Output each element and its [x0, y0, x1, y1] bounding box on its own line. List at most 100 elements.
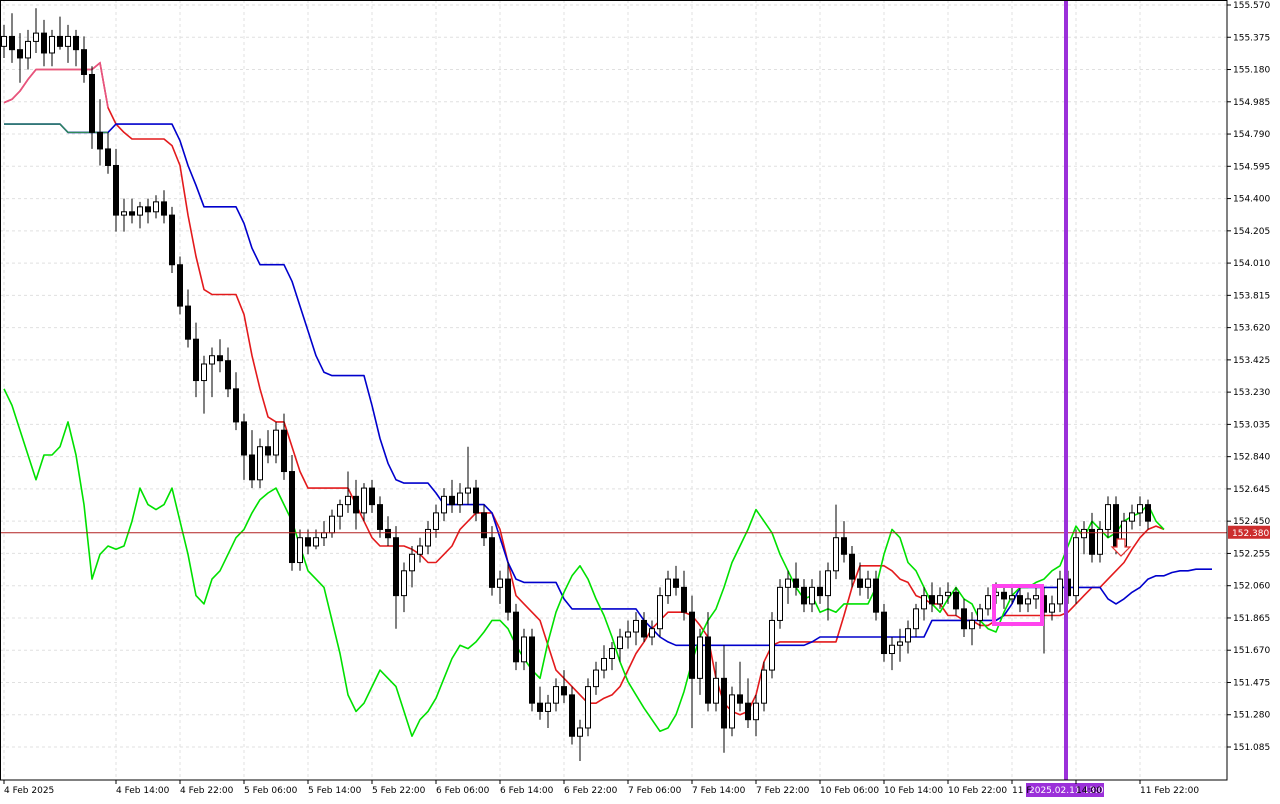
- candle-body: [665, 578, 671, 597]
- current-price-label: 152.380: [1232, 529, 1269, 539]
- candle-body: [689, 611, 695, 679]
- candle-body: [417, 545, 423, 555]
- candle-body: [377, 504, 383, 530]
- candle-body: [153, 201, 159, 213]
- y-tick-label: 151.670: [1233, 646, 1270, 656]
- candle-body: [1057, 578, 1063, 605]
- candle-body: [697, 636, 703, 679]
- candle-body: [177, 264, 183, 307]
- candle-body: [409, 553, 415, 572]
- x-tick-label: 10 Feb 14:00: [884, 786, 943, 796]
- candle-body: [121, 211, 127, 216]
- y-tick-label: 154.400: [1233, 195, 1270, 205]
- candle-body: [1081, 528, 1087, 539]
- candle-body: [137, 206, 143, 216]
- y-tick-label: 151.865: [1233, 614, 1270, 624]
- candle-body: [17, 49, 23, 59]
- candle-body: [729, 694, 735, 729]
- x-tick-label: 7 Feb 14:00: [692, 786, 746, 796]
- candle-body: [809, 586, 815, 605]
- candle-body: [217, 355, 223, 362]
- candle-body: [625, 631, 631, 638]
- price-chart[interactable]: 152.3802025.02.11 13:00 155.570155.37515…: [0, 0, 1280, 800]
- candle-body: [529, 636, 535, 704]
- candle-body: [481, 512, 487, 539]
- candle-body: [1145, 504, 1151, 522]
- candle-body: [257, 446, 263, 481]
- candle-body: [849, 553, 855, 580]
- candle-body: [449, 495, 455, 506]
- candle-body: [785, 578, 791, 588]
- candle-body: [945, 591, 951, 597]
- candle-body: [585, 686, 591, 729]
- candle-body: [233, 388, 239, 423]
- candle-body: [497, 578, 503, 588]
- candle-body: [969, 619, 975, 630]
- candle-body: [1017, 595, 1023, 605]
- candle-body: [985, 595, 991, 610]
- candle-body: [929, 595, 935, 605]
- candle-body: [313, 537, 319, 547]
- candle-body: [473, 487, 479, 514]
- candle-body: [841, 537, 847, 555]
- candle-body: [393, 537, 399, 597]
- candle-body: [593, 669, 599, 688]
- y-tick-label: 155.570: [1233, 1, 1270, 11]
- candle-body: [681, 586, 687, 613]
- candle-body: [657, 595, 663, 630]
- candle-body: [673, 578, 679, 588]
- candle-body: [81, 49, 87, 75]
- x-tick-label: 4 Feb 2025: [4, 786, 54, 796]
- candle-body: [249, 454, 255, 481]
- x-tick-label: 11 F: [1012, 786, 1032, 796]
- candle-body: [345, 495, 351, 506]
- candle-body: [169, 214, 175, 266]
- candle-body: [401, 570, 407, 597]
- candle-body: [329, 515, 335, 534]
- candle-body: [1009, 595, 1015, 600]
- x-tick-label: 4 Feb 22:00: [180, 786, 234, 796]
- candle-body: [57, 35, 63, 47]
- candle-body: [457, 492, 463, 506]
- candle-body: [817, 586, 823, 597]
- candle-body: [1, 35, 7, 47]
- y-tick-label: 153.620: [1233, 324, 1270, 334]
- candle-body: [745, 702, 751, 721]
- candle-body: [825, 570, 831, 597]
- x-tick-label: 6 Feb 06:00: [436, 786, 490, 796]
- candle-body: [561, 686, 567, 696]
- candle-body: [49, 35, 55, 54]
- candle-body: [161, 201, 167, 216]
- candle-body: [753, 702, 759, 721]
- candle-body: [297, 537, 303, 564]
- candle-body: [33, 32, 39, 42]
- candle-body: [193, 338, 199, 382]
- candle-body: [545, 702, 551, 712]
- y-tick-label: 152.450: [1233, 517, 1270, 527]
- candle-body: [609, 648, 615, 659]
- candle-body: [337, 504, 343, 517]
- y-tick-label: 152.645: [1233, 485, 1270, 495]
- y-tick-label: 154.595: [1233, 162, 1270, 172]
- x-tick-label: 5 Feb 06:00: [244, 786, 298, 796]
- candle-body: [105, 148, 111, 166]
- candle-body: [705, 636, 711, 704]
- candle-body: [465, 487, 471, 494]
- x-tick-label: 5 Feb 14:00: [308, 786, 362, 796]
- candle-body: [633, 619, 639, 633]
- candle-body: [865, 578, 871, 588]
- candle-body: [321, 532, 327, 539]
- candle-body: [113, 164, 119, 216]
- y-tick-label: 154.205: [1233, 227, 1270, 237]
- candle-body: [617, 636, 623, 650]
- y-tick-label: 152.060: [1233, 582, 1270, 592]
- candle-body: [489, 537, 495, 588]
- candle-body: [353, 495, 359, 514]
- candle-body: [1049, 603, 1055, 613]
- candle-body: [433, 512, 439, 530]
- candle-body: [369, 487, 375, 506]
- candle-body: [513, 611, 519, 663]
- x-tick-label: 7 Feb 22:00: [756, 786, 810, 796]
- y-tick-label: 151.085: [1233, 743, 1270, 753]
- x-tick-label: 10 Feb 22:00: [948, 786, 1007, 796]
